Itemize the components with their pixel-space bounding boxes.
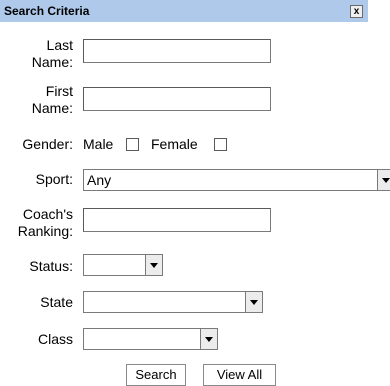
status-label: Status: [29, 258, 73, 274]
coach-ranking-input[interactable] [83, 208, 271, 232]
state-select[interactable] [83, 291, 263, 313]
view-all-button[interactable]: View All [203, 364, 276, 386]
chevron-down-icon [200, 329, 217, 349]
first-name-input[interactable] [83, 87, 271, 111]
panel-title-bar: Search Criteria x [0, 0, 368, 22]
panel-title: Search Criteria [4, 4, 90, 18]
class-label: Class [37, 331, 73, 347]
sport-select[interactable]: Any [83, 169, 390, 191]
state-label: State [40, 294, 73, 310]
class-select[interactable] [83, 328, 218, 350]
female-label: Female [151, 136, 198, 152]
sport-label: Sport: [35, 171, 73, 187]
last-name-label: Last Name: [31, 37, 73, 70]
male-label: Male [83, 136, 114, 152]
first-name-label: First Name: [31, 83, 73, 116]
chevron-down-icon [245, 292, 262, 312]
gender-label: Gender: [22, 136, 73, 152]
coach-ranking-label: Coach's Ranking: [17, 206, 73, 239]
close-button[interactable]: x [350, 5, 363, 18]
search-button[interactable]: Search [126, 364, 186, 386]
chevron-down-icon [377, 170, 390, 190]
sport-selected-value: Any [87, 172, 112, 188]
status-select[interactable] [83, 254, 163, 276]
male-checkbox[interactable] [126, 138, 139, 151]
last-name-input[interactable] [83, 39, 271, 63]
chevron-down-icon [145, 255, 162, 275]
female-checkbox[interactable] [214, 138, 227, 151]
